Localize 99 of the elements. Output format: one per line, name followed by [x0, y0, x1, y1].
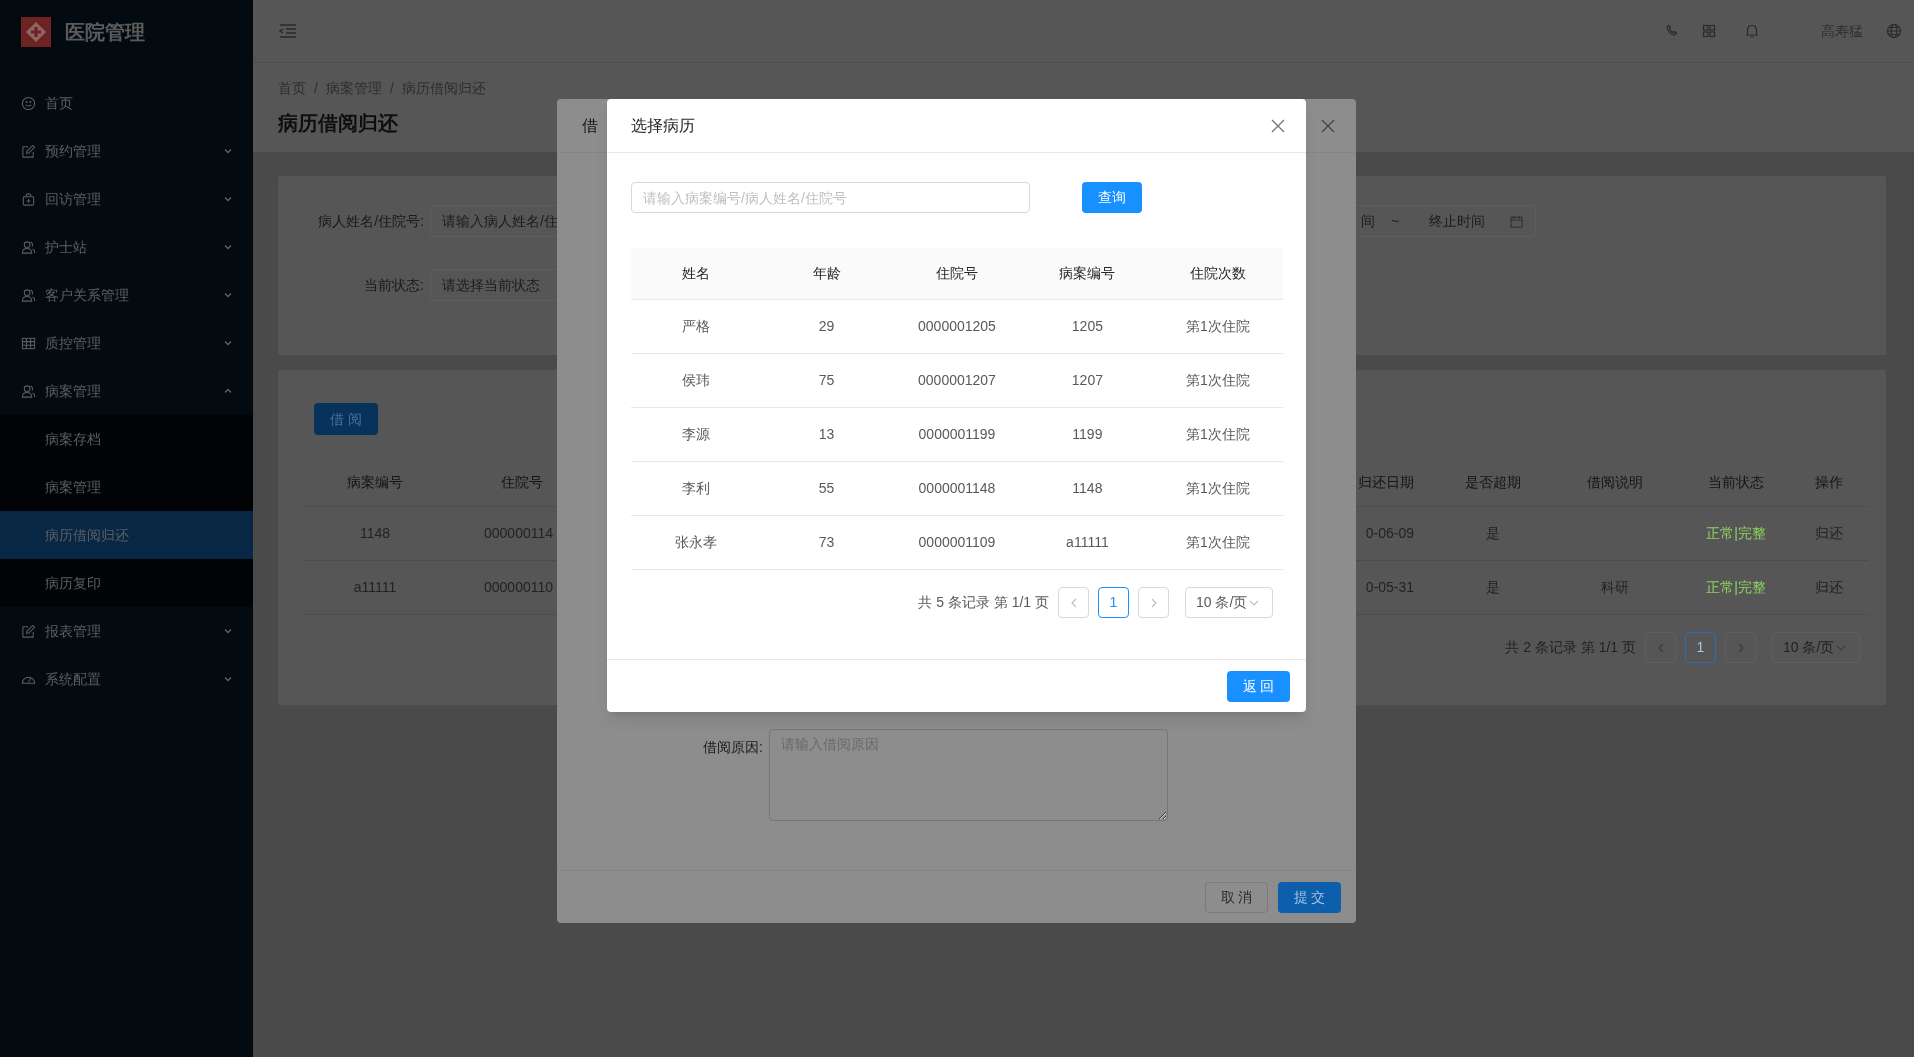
cancel-button[interactable]: 取 消 — [1205, 881, 1268, 913]
submenu-item[interactable]: 病案存档 — [0, 415, 253, 463]
submenu-item[interactable]: 病历复印 — [0, 559, 253, 607]
field-label: 借阅原因: — [702, 738, 763, 757]
status-text: 正常|完整 — [1706, 525, 1766, 541]
chevron-down-icon — [1249, 598, 1260, 607]
column-header: 年龄 — [811, 264, 842, 283]
table-row[interactable]: 严格 29 0000001205 1205 第1次住院 — [631, 300, 1283, 354]
submenu-item[interactable]: 病历借阅归还 — [0, 511, 253, 559]
menu-fold-icon[interactable] — [279, 23, 297, 39]
table-cell-text: 1148 — [1071, 479, 1104, 498]
calendar-icon — [1510, 214, 1523, 228]
table-cell-text: 第1次住院 — [1184, 479, 1251, 498]
menu-item[interactable]: 质控管理 — [0, 319, 253, 367]
search-field[interactable]: 请输入病案编号/病人姓名/住院号 — [631, 182, 1030, 213]
grid-icon[interactable] — [1701, 23, 1717, 39]
menu-item[interactable]: 首页 — [0, 79, 253, 127]
next-page-button[interactable] — [1725, 632, 1756, 663]
globe-icon[interactable] — [1886, 23, 1902, 39]
table-cell-text: 29 — [817, 317, 836, 336]
page-size-select[interactable]: 10 条/页 — [1185, 587, 1273, 618]
column-header: 住院次数 — [1188, 264, 1247, 283]
breadcrumb-separator: / — [314, 79, 318, 98]
table-cell-text: 侯玮 — [681, 371, 712, 390]
table-cell-text: a11111 — [1065, 533, 1110, 552]
column-header: 姓名 — [681, 264, 712, 283]
table-cell-text: 0000001207 — [917, 371, 997, 390]
bell-icon[interactable] — [1744, 23, 1760, 39]
dialog-title: 选择病历 — [631, 115, 695, 136]
users-icon — [21, 287, 36, 303]
dialog-title: 借 — [582, 115, 598, 136]
table-cell-text: 0000001199 — [917, 425, 997, 444]
column-header: 借阅说明 — [1586, 472, 1644, 492]
chevron-left-icon — [1069, 597, 1078, 608]
close-icon[interactable] — [1321, 118, 1335, 133]
table-cell-text: 55 — [817, 479, 836, 498]
app-title: 医院管理 — [65, 19, 145, 45]
table-cell-text: 1207 — [1070, 371, 1104, 390]
table-cell-text: 张永孝 — [674, 533, 719, 552]
chevron-right-icon — [1149, 597, 1158, 608]
submit-button[interactable]: 提 交 — [1278, 881, 1341, 913]
table-row[interactable]: 李源 13 0000001199 1199 第1次住院 — [631, 408, 1283, 462]
menu-item[interactable]: 预约管理 — [0, 127, 253, 175]
table-cell-text: 13 — [817, 425, 836, 444]
page-title: 病历借阅归还 — [278, 111, 398, 136]
query-button[interactable]: 查询 — [1082, 182, 1142, 213]
menu-item[interactable]: 报表管理 — [0, 607, 253, 655]
menu-item[interactable]: 病案管理 — [0, 367, 253, 415]
table-cell-text: 李利 — [681, 479, 712, 498]
column-header: 是否超期 — [1464, 472, 1522, 492]
table-cell-text: 第1次住院 — [1184, 317, 1251, 336]
column-header: 归还日期 — [1357, 472, 1415, 492]
table-row[interactable]: 侯玮 75 0000001207 1207 第1次住院 — [631, 354, 1283, 408]
table-cell-text: 0000001205 — [917, 317, 997, 336]
table-cell-text: 1205 — [1070, 317, 1104, 336]
previous-page-button[interactable] — [1645, 632, 1676, 663]
smile-icon — [21, 95, 36, 111]
breadcrumb-separator: / — [389, 79, 394, 98]
table-row[interactable]: 张永孝 73 0000001109 a11111 第1次住院 — [631, 516, 1283, 570]
close-icon[interactable] — [1271, 118, 1285, 133]
table-cell-text: 第1次住院 — [1184, 425, 1251, 444]
edit-icon — [21, 623, 36, 639]
logo-icon — [21, 16, 51, 47]
chevron-left-icon — [1656, 642, 1665, 653]
table-cell-text: 73 — [817, 533, 836, 552]
menu-item[interactable]: 护士站 — [0, 223, 253, 271]
users-icon — [21, 239, 36, 255]
table-cell-text: 第1次住院 — [1184, 371, 1251, 390]
table-icon — [21, 335, 36, 351]
menu-item[interactable]: 系统配置 — [0, 655, 253, 703]
table-row[interactable]: 李利 55 0000001148 1148 第1次住院 — [631, 462, 1283, 516]
back-button[interactable]: 返 回 — [1227, 670, 1290, 702]
table-cell-text: 1199 — [1071, 425, 1104, 444]
table-cell-text: 0000001148 — [917, 479, 997, 498]
menu-item[interactable]: 回访管理 — [0, 175, 253, 223]
edit-icon — [21, 143, 36, 159]
column-header: 病案编号 — [1058, 264, 1117, 283]
chevron-right-icon — [1736, 642, 1745, 653]
borrow-button[interactable]: 借 阅 — [314, 403, 378, 435]
table-cell-text: 李源 — [681, 425, 712, 444]
menu-item[interactable]: 客户关系管理 — [0, 271, 253, 319]
users-icon — [21, 383, 36, 399]
page-button[interactable]: 1 — [1685, 632, 1716, 663]
medical-box-icon — [21, 191, 36, 207]
pagination-summary: 共 5 条记录 第 1/1 页 — [918, 593, 1049, 612]
field-label: 病人姓名/住院号: — [317, 211, 425, 231]
table-cell-text: 75 — [817, 371, 836, 390]
table-cell-text: 第1次住院 — [1184, 533, 1251, 552]
column-header: 操作 — [1814, 472, 1844, 492]
table-cell-text: 0000001109 — [917, 533, 997, 552]
status-text: 正常|完整 — [1706, 579, 1766, 595]
chevron-down-icon — [1836, 643, 1847, 652]
page-button[interactable]: 1 — [1098, 587, 1129, 618]
column-header: 当前状态 — [1707, 472, 1765, 492]
column-header: 病案编号 — [346, 472, 404, 492]
column-header: 住院号 — [500, 472, 543, 492]
submenu-item[interactable]: 病案管理 — [0, 463, 253, 511]
table-cell-text: 严格 — [681, 317, 712, 336]
column-header: 住院号 — [935, 264, 979, 283]
